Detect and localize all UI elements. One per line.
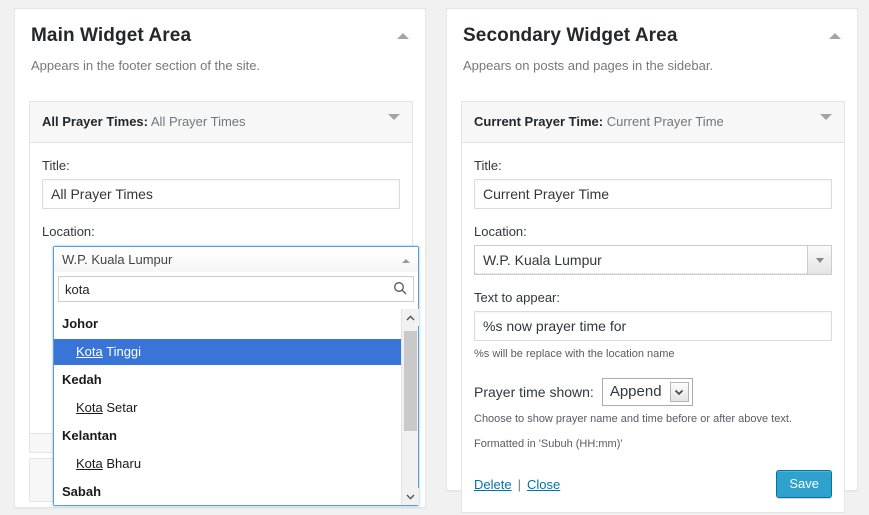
delete-link[interactable]: Delete	[474, 477, 512, 492]
chevron-down-icon[interactable]	[807, 246, 831, 274]
text-to-appear-input[interactable]	[474, 311, 832, 341]
widget-bar-title: All Prayer Times	[150, 114, 246, 129]
widget-bar-all-prayer-times[interactable]: All Prayer Times: All Prayer Times	[30, 102, 412, 143]
location-search-container	[54, 273, 418, 306]
location-combobox-open[interactable]: W.P. Kuala Lumpur JohorKota TinggiKedahK…	[53, 246, 419, 506]
widgets-admin-page: Main Widget Area Appears in the footer s…	[0, 0, 869, 515]
text-to-appear-label: Text to appear:	[474, 290, 560, 305]
option-rest-text: Bharu	[102, 456, 142, 471]
page-title: Main Widget Area	[31, 25, 192, 46]
chevron-down-icon[interactable]	[820, 114, 832, 137]
title-field-label: Title:	[474, 158, 502, 173]
secondary-panel-title: Secondary Widget Area	[463, 25, 678, 46]
option-group-label: Kedah	[62, 372, 102, 387]
widget-bar-name: Current Prayer Time:	[474, 114, 604, 129]
save-button[interactable]: Save	[776, 470, 832, 498]
link-separator: |	[517, 476, 521, 492]
chevron-up-icon[interactable]	[397, 31, 411, 41]
format-hint: Formatted in 'Subuh (HH:mm)'	[474, 438, 623, 450]
chevron-down-icon[interactable]	[669, 382, 689, 402]
location-combobox-value: W.P. Kuala Lumpur	[475, 246, 807, 274]
prayer-time-shown-label: Prayer time shown:	[474, 384, 594, 400]
secondary-panel-description: Appears on posts and pages in the sideba…	[463, 58, 714, 73]
option-item[interactable]: Kota Tinggi	[54, 339, 418, 365]
prayer-time-shown-value: Append	[609, 383, 662, 400]
location-options-list[interactable]: Johor Kota Tinggi Kedah Kota Setar Kelantan K…	[54, 309, 418, 505]
widget-actions: Delete | Close Save	[474, 470, 832, 498]
option-item[interactable]: Kota Setar	[54, 395, 418, 421]
widget-bar-name: All Prayer Times:	[42, 114, 148, 129]
widget-bar-current-prayer-time[interactable]: Current Prayer Time: Current Prayer Time	[462, 102, 844, 143]
secondary-widget-area-panel: Secondary Widget Area Appears on posts a…	[446, 8, 858, 513]
scrollbar-thumb[interactable]	[404, 331, 417, 431]
location-field-label: Location:	[474, 224, 527, 239]
main-widget-area-panel: Main Widget Area Appears in the footer s…	[14, 8, 426, 508]
title-field-label: Title:	[42, 158, 70, 173]
option-group-label: Sabah	[62, 484, 102, 499]
prayer-time-shown-hint: Choose to show prayer name and time befo…	[474, 413, 792, 425]
location-search-input[interactable]	[58, 276, 414, 302]
option-group-label: Johor	[62, 316, 99, 331]
option-rest-text: Tinggi	[102, 344, 142, 359]
main-panel-description: Appears in the footer section of the sit…	[31, 58, 261, 73]
chevron-down-icon[interactable]	[388, 114, 400, 137]
main-panel-header: Main Widget Area Appears in the footer s…	[15, 9, 425, 74]
location-combobox[interactable]: W.P. Kuala Lumpur	[474, 245, 832, 275]
chevron-up-icon[interactable]	[402, 309, 419, 326]
location-field-label: Location:	[42, 224, 95, 239]
title-input[interactable]	[474, 179, 832, 209]
widget-body: Title: Location: W.P. Kuala Lumpur Text …	[462, 143, 844, 512]
option-item[interactable]: Kota Bharu	[54, 451, 418, 477]
location-combobox-selected-value: W.P. Kuala Lumpur	[62, 252, 173, 267]
option-match-text: Kota	[76, 344, 103, 359]
chevron-up-icon[interactable]	[829, 31, 843, 41]
location-list-scrollbar[interactable]	[401, 309, 419, 505]
prayer-time-shown-row: Prayer time shown: Append	[474, 378, 832, 406]
secondary-panel-header: Secondary Widget Area Appears on posts a…	[447, 9, 857, 74]
close-link[interactable]: Close	[527, 477, 560, 492]
location-combobox-selected[interactable]: W.P. Kuala Lumpur	[54, 247, 418, 273]
option-group-label: Kelantan	[62, 428, 117, 443]
option-rest-text: Setar	[102, 400, 138, 415]
current-prayer-time-widget: Current Prayer Time: Current Prayer Time…	[461, 101, 845, 513]
option-match-text: Kota	[76, 456, 103, 471]
chevron-up-icon[interactable]	[402, 259, 410, 263]
title-input[interactable]	[42, 179, 400, 209]
chevron-down-icon[interactable]	[402, 488, 419, 505]
prayer-time-shown-select[interactable]: Append	[601, 378, 693, 406]
text-to-appear-hint: %s will be replace with the location nam…	[474, 348, 675, 360]
option-match-text: Kota	[76, 400, 103, 415]
widget-bar-title: Current Prayer Time	[606, 114, 724, 129]
